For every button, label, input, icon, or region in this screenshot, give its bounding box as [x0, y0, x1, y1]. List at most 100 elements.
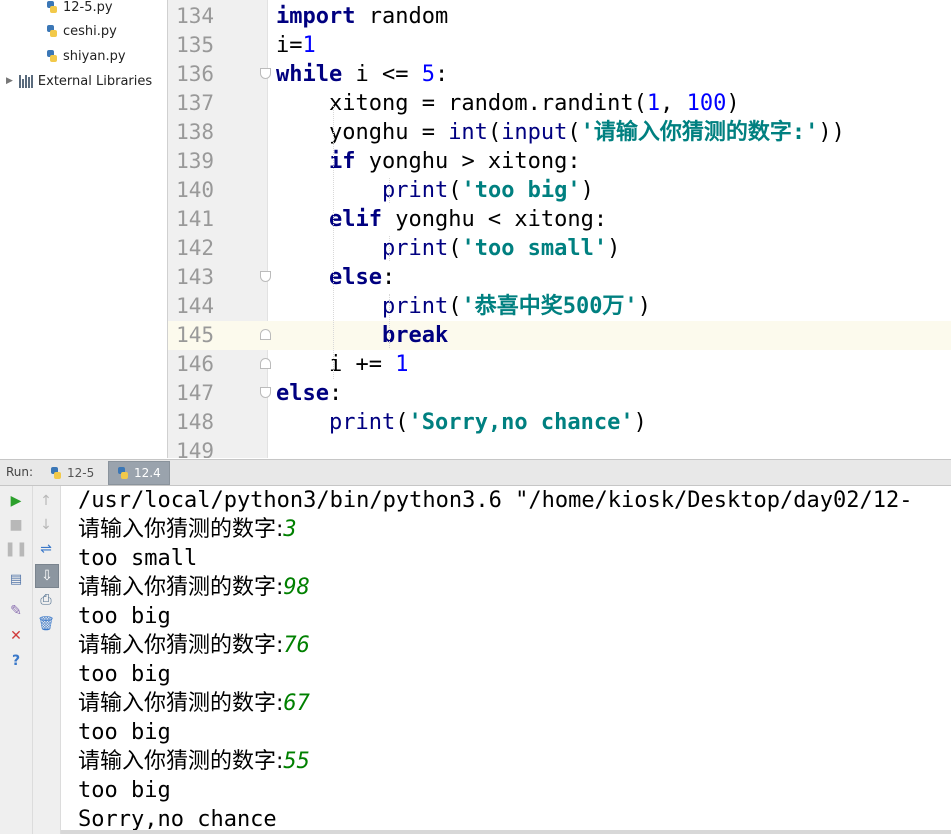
expand-arrow-icon[interactable]: ▶: [6, 76, 13, 86]
code-token: i <=: [342, 62, 422, 87]
code-text: print('too big'): [276, 176, 594, 205]
code-editor[interactable]: 134 import random 135 i=1 136 while i <= 5: 13…: [168, 0, 951, 458]
soft-wrap-icon[interactable]: ⇌: [35, 538, 57, 560]
code-text: elif yonghu < xitong:: [276, 205, 607, 234]
run-tab-12-4[interactable]: 12.4: [108, 461, 170, 485]
tree-item-shiyan[interactable]: shiyan.py: [46, 45, 126, 67]
fold-marker-icon[interactable]: [260, 329, 271, 340]
pin-tab-icon[interactable]: ✎: [5, 600, 27, 622]
close-icon[interactable]: ✕: [5, 625, 27, 647]
line-number: 145: [176, 323, 214, 347]
tree-item-label: shiyan.py: [63, 48, 126, 64]
code-line[interactable]: 141 elif yonghu < xitong:: [168, 205, 951, 234]
code-token: 'too small': [461, 236, 608, 261]
line-number: 137: [176, 91, 214, 115]
console-line: 请输入你猜测的数字:55: [78, 747, 310, 776]
console-line: too big: [78, 660, 171, 689]
code-token: (: [448, 178, 462, 203]
stop-icon[interactable]: ■: [5, 514, 27, 536]
code-line[interactable]: 142 print('too small'): [168, 234, 951, 263]
code-token: 1: [646, 91, 661, 116]
run-tab-label: 12.4: [134, 466, 161, 480]
code-line[interactable]: 138 yonghu = int(input('请输入你猜测的数字:')): [168, 118, 951, 147]
indent-guide: [389, 178, 391, 203]
console-line: too big: [78, 718, 171, 747]
code-line[interactable]: 136 while i <= 5:: [168, 60, 951, 89]
code-text: while i <= 5:: [276, 60, 448, 89]
code-line[interactable]: 137 xitong = random.randint(1, 100): [168, 89, 951, 118]
console-user-input: 67: [283, 691, 310, 716]
console-text: 请输入你猜测的数字:: [78, 575, 284, 600]
tree-item-external-libraries[interactable]: ▶ External Libraries: [6, 70, 152, 92]
fold-marker-icon[interactable]: [260, 68, 271, 79]
code-token: import: [276, 4, 356, 29]
code-token: input: [501, 120, 568, 145]
console-text: /usr/local/python3/bin/python3.6 "/home/…: [78, 488, 913, 513]
fold-marker-icon[interactable]: [260, 271, 271, 282]
code-line[interactable]: 149: [168, 437, 951, 458]
code-token: ): [580, 178, 594, 203]
code-line[interactable]: 144 print('恭喜中奖500万'): [168, 292, 951, 321]
code-line[interactable]: 140 print('too big'): [168, 176, 951, 205]
code-token: 'too big': [461, 178, 581, 203]
code-token: ): [726, 91, 740, 116]
tree-item-ceshi[interactable]: ceshi.py: [46, 20, 117, 42]
code-line[interactable]: 134 import random: [168, 2, 951, 31]
code-line[interactable]: 146 i += 1: [168, 350, 951, 379]
console-output[interactable]: /usr/local/python3/bin/python3.6 "/home/…: [61, 486, 951, 834]
down-arrow-icon[interactable]: ↓: [35, 514, 57, 536]
code-token: '请输入你猜测的数字:': [580, 120, 819, 145]
line-number: 136: [176, 62, 214, 86]
indent-guide: [389, 294, 391, 348]
line-number: 140: [176, 178, 214, 202]
code-line[interactable]: 148 print('Sorry,no chance'): [168, 408, 951, 437]
code-token: 'Sorry,no chance': [408, 410, 634, 435]
code-line[interactable]: 147 else:: [168, 379, 951, 408]
up-arrow-icon[interactable]: ↑: [35, 490, 57, 512]
console-line: too big: [78, 602, 171, 631]
code-token: i +=: [276, 352, 396, 377]
code-token: elif: [328, 207, 382, 232]
python-file-icon: [46, 49, 58, 63]
project-tree: 12-5.py ceshi.py shiyan.py ▶ External Li…: [0, 0, 168, 458]
pause-icon[interactable]: ❚❚: [4, 538, 27, 560]
code-line[interactable]: 143 else:: [168, 263, 951, 292]
horizontal-scrollbar[interactable]: [61, 830, 951, 834]
code-text: xitong = random.randint(1, 100): [276, 89, 740, 118]
code-token: 1: [302, 33, 316, 58]
console-line: 请输入你猜测的数字:67: [78, 689, 310, 718]
code-token: (: [567, 120, 581, 145]
scroll-to-end-icon[interactable]: ⇩: [35, 564, 59, 588]
fold-marker-icon[interactable]: [260, 358, 271, 369]
code-text: i += 1: [276, 350, 409, 379]
code-token: break: [381, 323, 449, 348]
run-tab-12-5[interactable]: 12-5: [42, 461, 102, 485]
console-line: too small: [78, 544, 197, 573]
fold-marker-icon[interactable]: [260, 387, 271, 398]
console-text: 请输入你猜测的数字:: [78, 749, 284, 774]
print-icon[interactable]: ⎙: [35, 589, 57, 611]
restore-layout-icon[interactable]: ▤: [5, 568, 27, 590]
code-line[interactable]: 139 if yonghu > xitong:: [168, 147, 951, 176]
code-token: :: [434, 62, 449, 87]
console-line: 请输入你猜测的数字:98: [78, 573, 310, 602]
indent-guide: [389, 236, 391, 261]
code-token: 5: [421, 62, 435, 87]
code-token: ): [633, 410, 647, 435]
rerun-icon[interactable]: ▶: [5, 490, 27, 512]
code-line[interactable]: 135 i=1: [168, 31, 951, 60]
line-number: 147: [176, 381, 214, 405]
code-text: yonghu = int(input('请输入你猜测的数字:')): [276, 118, 845, 147]
code-line[interactable]: 145 break: [168, 321, 951, 350]
line-number: 138: [176, 120, 214, 144]
code-token: yonghu =: [276, 120, 449, 145]
python-file-icon: [46, 24, 58, 38]
tree-item-12-5[interactable]: 12-5.py: [46, 0, 113, 18]
code-token: print: [381, 236, 449, 261]
trash-icon[interactable]: 🗑: [35, 613, 57, 635]
help-icon[interactable]: ?: [5, 650, 27, 672]
code-token: ,: [660, 91, 687, 116]
